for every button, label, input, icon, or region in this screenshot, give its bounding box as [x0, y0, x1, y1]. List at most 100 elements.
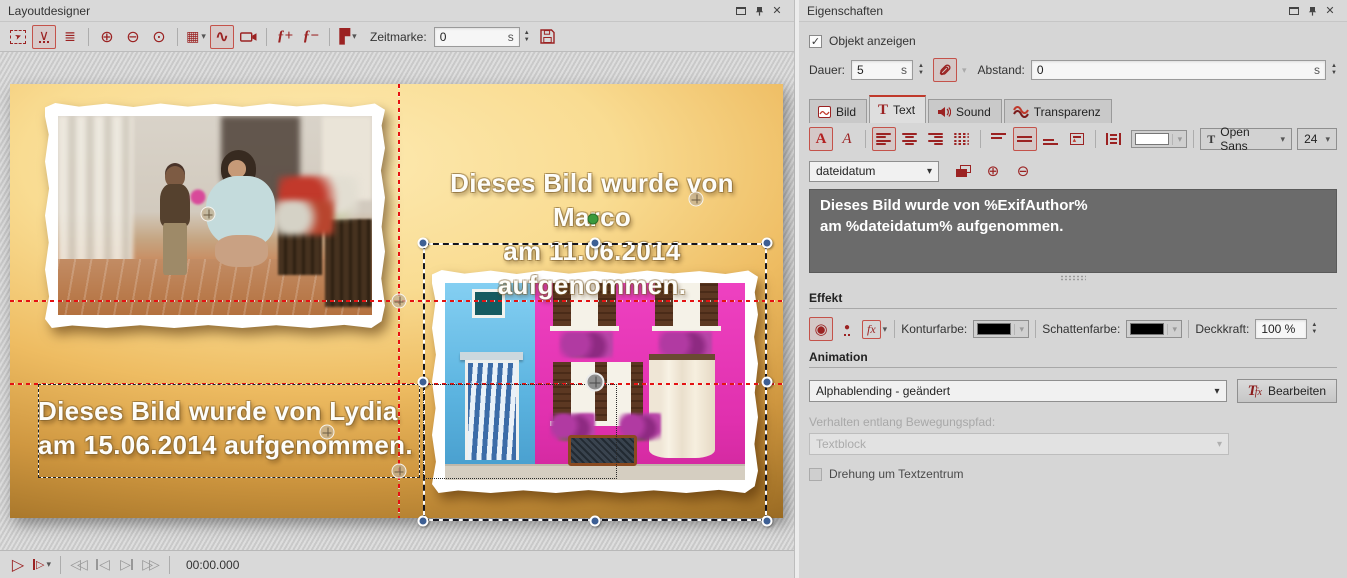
spin-up-icon[interactable]: ▲ [1331, 63, 1337, 70]
bearbeiten-button[interactable]: Tfx Bearbeiten [1237, 379, 1337, 403]
path-start-point[interactable] [588, 214, 599, 225]
resize-handle-w[interactable] [418, 377, 429, 388]
close-icon: ✕ [772, 4, 781, 17]
valign-top-button[interactable] [987, 127, 1011, 151]
layout-canvas-area[interactable]: Dieses Bild wurde von Marco am 11.06.201… [0, 52, 794, 550]
pin-button[interactable] [750, 3, 768, 19]
resize-handle-ne[interactable] [762, 238, 773, 249]
motion-path-tool-button[interactable]: ∿ [210, 25, 234, 49]
drehung-checkbox[interactable] [809, 468, 822, 481]
text-on-image-button[interactable]: ▴ [1065, 127, 1089, 151]
autofit-text-button[interactable] [1101, 127, 1125, 151]
play-icon: ▷ [12, 555, 24, 575]
resize-handle-sw[interactable] [418, 516, 429, 527]
maximize-button[interactable] [732, 3, 750, 19]
dauer-input[interactable]: 5 s [851, 60, 913, 80]
align-left-button[interactable] [872, 127, 896, 151]
tab-transparenz[interactable]: Transparenz [1004, 99, 1112, 123]
object-center-handle[interactable] [586, 373, 605, 392]
play-from-timemark-button[interactable]: ▷▾ [32, 554, 52, 576]
konturfarbe-label: Konturfarbe: [901, 322, 967, 336]
slide-canvas[interactable]: Dieses Bild wurde von Marco am 11.06.201… [10, 84, 783, 518]
camera-pan-button[interactable] [236, 25, 260, 49]
tab-text[interactable]: T Text [869, 95, 926, 123]
resize-handle-e[interactable] [762, 377, 773, 388]
bold-button[interactable]: A [809, 127, 833, 151]
effect-outline-button[interactable]: ◉ [809, 317, 833, 341]
font-family-select[interactable]: T Open Sans ▾ [1200, 128, 1292, 150]
path-point-handle[interactable] [392, 294, 407, 309]
abstand-spinner[interactable]: ▲▼ [1331, 63, 1337, 77]
italic-button[interactable]: A [835, 127, 859, 151]
text-scale-button[interactable]: ▛▾ [336, 25, 360, 49]
align-justify-button[interactable] [950, 127, 974, 151]
font-color-picker[interactable]: ▾ [1131, 130, 1187, 148]
spin-down-icon[interactable]: ▼ [1311, 329, 1317, 336]
editor-zoom-out-button[interactable]: ⊖ [1011, 159, 1035, 183]
variable-select[interactable]: dateidatum ▾ [809, 161, 939, 182]
editor-zoom-in-button[interactable]: ⊕ [981, 159, 1005, 183]
tab-sound[interactable]: Sound [928, 99, 1002, 123]
align-center-button[interactable] [898, 127, 922, 151]
align-right-button[interactable] [924, 127, 948, 151]
schattenfarbe-picker[interactable]: ▾ [1126, 320, 1182, 338]
close-button[interactable]: ✕ [1321, 3, 1339, 19]
path-point-handle[interactable] [201, 207, 216, 222]
zeitmarke-spinner[interactable]: ▲ ▼ [524, 30, 530, 44]
tab-bild[interactable]: Bild [809, 99, 867, 123]
animation-select[interactable]: Alphablending - geändert ▾ [809, 380, 1227, 402]
path-point-handle[interactable] [689, 192, 704, 207]
abstand-input[interactable]: 0 s [1031, 60, 1326, 80]
save-layout-button[interactable] [536, 25, 560, 49]
close-button[interactable]: ✕ [768, 3, 786, 19]
resize-handle-s[interactable] [590, 516, 601, 527]
keyframe-remove-button[interactable]: ƒ− [299, 25, 323, 49]
valign-middle-button[interactable] [1013, 127, 1037, 151]
curve-select-tool-button[interactable]: ∨ [32, 25, 56, 49]
pin-button[interactable] [1303, 3, 1321, 19]
play-button[interactable]: ▷ [8, 554, 28, 576]
abstand-unit: s [1314, 63, 1320, 77]
grid-button[interactable]: ▦▾ [184, 25, 208, 49]
valign-bottom-button[interactable] [1039, 127, 1063, 151]
resize-handle-se[interactable] [762, 516, 773, 527]
resize-handle-n[interactable] [590, 238, 601, 249]
deckkraft-spinner[interactable]: ▲▼ [1311, 322, 1317, 336]
skip-to-end-button[interactable]: ▷▷ [141, 554, 161, 576]
zoom-in-button[interactable]: ⊕ [95, 25, 119, 49]
chevron-down-icon: ▾ [1014, 324, 1028, 335]
deckkraft-input[interactable]: 100 % [1255, 319, 1307, 339]
link-duration-button[interactable] [933, 58, 957, 82]
spin-down-icon[interactable]: ▼ [1331, 70, 1337, 77]
zeitmarke-input[interactable]: 0 s [434, 27, 520, 47]
layers-tool-button[interactable]: ≣ [58, 25, 82, 49]
skip-to-start-button[interactable]: ◁◁ [69, 554, 89, 576]
objekt-anzeigen-checkbox[interactable]: ✓ [809, 35, 822, 48]
text-editor[interactable]: Dieses Bild wurde von %ExifAuthor% am %d… [809, 189, 1337, 273]
align-justify-icon [954, 133, 969, 145]
editor-resize-grip[interactable] [809, 273, 1337, 282]
grip-dots-icon [1060, 275, 1086, 281]
font-size-select[interactable]: 24 ▾ [1297, 128, 1337, 150]
path-point-handle[interactable] [392, 464, 407, 479]
zoom-out-button[interactable]: ⊖ [121, 25, 145, 49]
spin-up-icon[interactable]: ▲ [1311, 322, 1317, 329]
resize-handle-nw[interactable] [418, 238, 429, 249]
next-frame-button[interactable]: ▷ [117, 554, 137, 576]
spin-down-icon[interactable]: ▼ [524, 37, 530, 44]
effect-shadow-button[interactable]: ● [835, 317, 859, 341]
previous-frame-button[interactable]: ◁ [93, 554, 113, 576]
dauer-spinner[interactable]: ▲▼ [918, 63, 924, 77]
path-point-handle[interactable] [320, 425, 335, 440]
konturfarbe-picker[interactable]: ▾ [973, 320, 1029, 338]
keyframe-add-button[interactable]: ƒ+ [273, 25, 297, 49]
zoom-original-button[interactable]: ⊙ [147, 25, 171, 49]
layout-toolbar: ➤ ∨ ≣ ⊕ ⊖ ⊙ ▦▾ ∿ ƒ+ ƒ− ▛▾ Zeitmarke: 0 s… [0, 22, 794, 52]
effect-fx-button[interactable]: fx▾ [861, 317, 888, 341]
select-tool-button[interactable]: ➤ [6, 25, 30, 49]
maximize-button[interactable] [1285, 3, 1303, 19]
spin-up-icon[interactable]: ▲ [524, 30, 530, 37]
insert-variable-button[interactable] [951, 159, 975, 183]
spin-down-icon[interactable]: ▼ [918, 70, 924, 77]
spin-up-icon[interactable]: ▲ [918, 63, 924, 70]
